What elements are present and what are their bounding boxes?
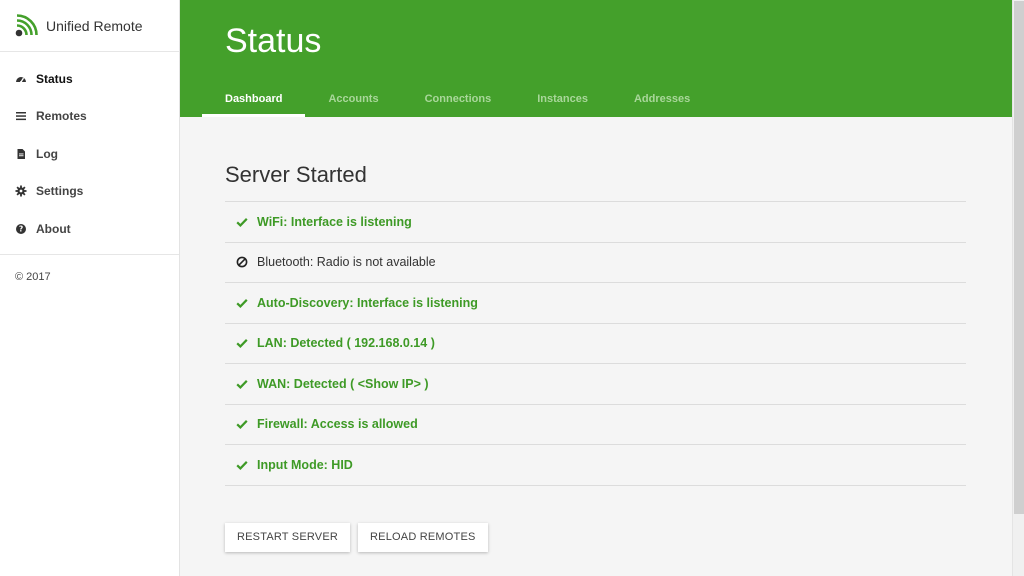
status-panel: Server Started WiFi: Interface is listen… [225,117,966,552]
sidebar-item-label: Remotes [36,109,87,124]
section-title: Server Started [225,162,966,202]
page-header: Status Dashboard Accounts Connections In… [180,0,1012,117]
reload-remotes-button[interactable]: RELOAD REMOTES [358,522,488,552]
sidebar-item-label: About [36,221,71,236]
status-item-input-mode: Input Mode: HID [225,445,966,486]
check-icon [235,458,248,471]
list-icon [15,110,27,122]
check-icon [235,377,248,390]
tab-accounts[interactable]: Accounts [305,84,401,117]
scrollbar-thumb[interactable] [1014,1,1024,514]
sidebar-item-log[interactable]: Log [0,135,179,173]
sidebar: Unified Remote Status Remotes Log Settin… [0,0,180,576]
status-text: Firewall: Access is allowed [257,417,418,432]
status-text: LAN: Detected ( 192.168.0.14 ) [257,336,435,351]
svg-text:?: ? [19,224,23,233]
action-buttons: RESTART SERVER RELOAD REMOTES [225,522,966,552]
sidebar-item-settings[interactable]: Settings [0,173,179,211]
restart-server-button[interactable]: RESTART SERVER [225,522,351,552]
copyright: © 2017 [15,270,51,283]
page-title: Status [225,22,322,60]
status-text[interactable]: WAN: Detected ( <Show IP> ) [257,377,429,391]
wifi-signal-logo-icon [15,13,38,36]
tab-connections[interactable]: Connections [402,84,515,117]
sidebar-item-remotes[interactable]: Remotes [0,98,179,136]
question-icon: ? [15,223,27,235]
document-icon [15,148,27,160]
sidebar-item-label: Settings [36,184,84,199]
status-text: Input Mode: HID [257,457,353,472]
status-item-lan: LAN: Detected ( 192.168.0.14 ) [225,324,966,364]
sidebar-nav: Status Remotes Log Settings ? About [0,52,179,255]
tab-bar: Dashboard Accounts Connections Instances… [202,84,713,117]
status-item-firewall: Firewall: Access is allowed [225,405,966,445]
check-icon [235,418,248,431]
main-content: Status Dashboard Accounts Connections In… [180,0,1012,576]
status-list: WiFi: Interface is listening Bluetooth: … [225,202,966,486]
brand[interactable]: Unified Remote [0,0,179,52]
sidebar-item-label: Log [36,146,58,161]
status-text: Auto-Discovery: Interface is listening [257,295,478,310]
scrollbar[interactable] [1012,0,1024,576]
check-icon [235,296,248,309]
sidebar-item-about[interactable]: ? About [0,210,179,248]
tab-instances[interactable]: Instances [514,84,611,117]
status-text: Bluetooth: Radio is not available [257,255,436,270]
app-name: Unified Remote [46,17,143,34]
tab-dashboard[interactable]: Dashboard [202,84,306,117]
status-text: WiFi: Interface is listening [257,214,412,229]
ban-icon [235,256,248,269]
check-icon [235,215,248,228]
status-item-wan: WAN: Detected ( <Show IP> ) [225,364,966,405]
tab-addresses[interactable]: Addresses [611,84,713,117]
status-item-bluetooth: Bluetooth: Radio is not available [225,243,966,283]
status-item-auto-discovery: Auto-Discovery: Interface is listening [225,283,966,324]
dashboard-icon [15,73,27,85]
check-icon [235,337,248,350]
sidebar-item-status[interactable]: Status [0,60,179,98]
sidebar-item-label: Status [36,71,73,86]
status-item-wifi: WiFi: Interface is listening [225,202,966,243]
gear-icon [15,185,27,197]
